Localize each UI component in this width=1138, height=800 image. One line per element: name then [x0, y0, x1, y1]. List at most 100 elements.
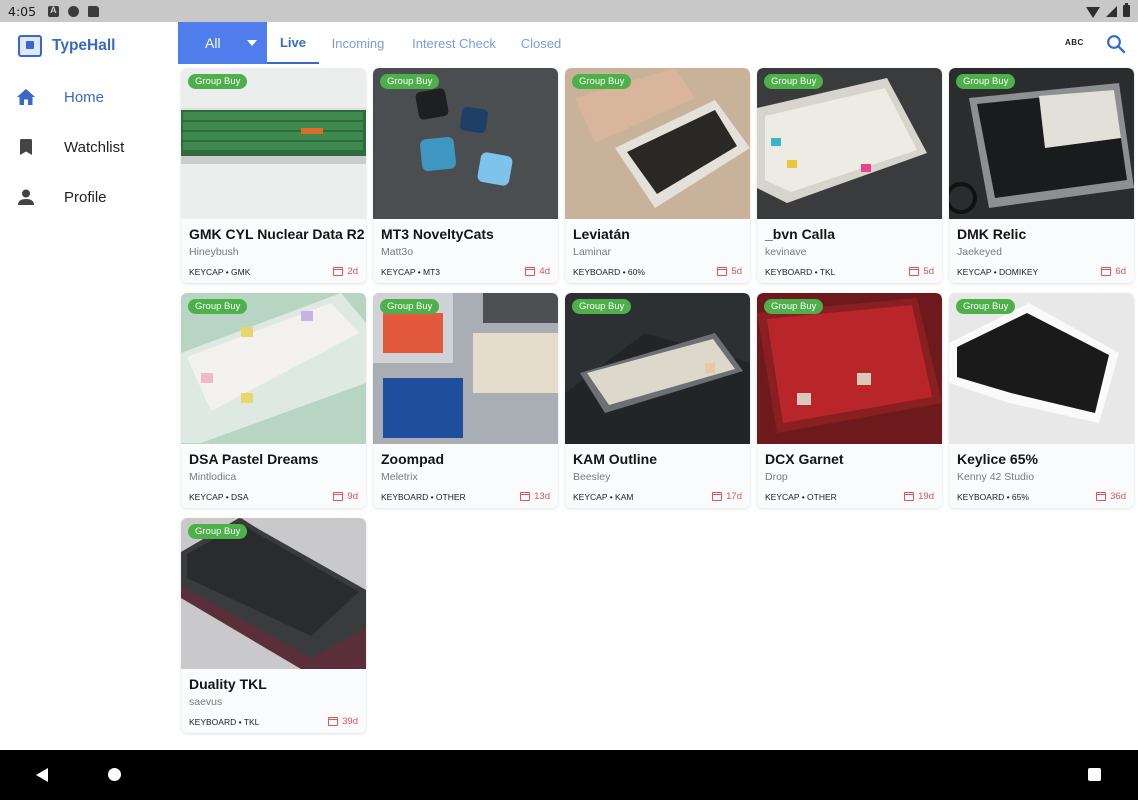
- product-author: Matt3o: [381, 246, 414, 258]
- product-author: Beesley: [573, 471, 611, 483]
- product-image: [757, 68, 942, 219]
- tab-interest-check[interactable]: Interest Check: [404, 22, 504, 64]
- days-remaining: 13d: [520, 491, 550, 502]
- sort-abc-button[interactable]: ABC: [1065, 38, 1084, 47]
- product-tags: KEYBOARD • 65%: [957, 492, 1029, 502]
- sidebar-nav: Home Watchlist Profile: [0, 72, 178, 222]
- filter-dropdown[interactable]: All: [178, 22, 267, 64]
- days-remaining: 6d: [1101, 266, 1126, 277]
- calendar-icon: [328, 717, 339, 726]
- product-image: [181, 68, 366, 219]
- calendar-icon: [520, 492, 531, 501]
- product-title: Duality TKL: [189, 676, 267, 692]
- tab-bar: All Live Incoming Interest Check Closed …: [178, 22, 1138, 64]
- calendar-icon: [904, 492, 915, 501]
- days-remaining: 39d: [328, 716, 358, 727]
- product-card[interactable]: Group Buy MT3 NoveltyCats Matt3o KEYCAP …: [373, 68, 558, 283]
- bookmark-icon: [17, 138, 35, 156]
- product-tags: KEYBOARD • 60%: [573, 267, 645, 277]
- product-image: [757, 293, 942, 444]
- days-remaining: 2d: [333, 266, 358, 277]
- days-remaining: 17d: [712, 491, 742, 502]
- product-tags: KEYBOARD • OTHER: [381, 492, 466, 502]
- product-author: Drop: [765, 471, 788, 483]
- calendar-icon: [1101, 267, 1112, 276]
- product-tags: KEYCAP • GMK: [189, 267, 251, 277]
- product-card[interactable]: Group Buy DMK Relic Jaekeyed KEYCAP • DO…: [949, 68, 1134, 283]
- calendar-icon: [333, 492, 344, 501]
- sd-card-icon: [88, 5, 100, 17]
- back-icon[interactable]: [36, 768, 48, 782]
- battery-icon: [1123, 3, 1130, 17]
- days-remaining-value: 9d: [347, 491, 358, 502]
- product-card[interactable]: Group Buy _bvn Calla kevinave KEYBOARD •…: [757, 68, 942, 283]
- status-badge: Group Buy: [380, 299, 440, 314]
- days-remaining-value: 19d: [918, 491, 934, 502]
- calendar-icon: [717, 267, 728, 276]
- dropdown-arrow-icon: [247, 40, 257, 46]
- days-remaining-value: 13d: [534, 491, 550, 502]
- status-badge: Group Buy: [188, 299, 248, 314]
- status-badge: Group Buy: [572, 299, 632, 314]
- days-remaining-value: 17d: [726, 491, 742, 502]
- product-tags: KEYBOARD • TKL: [765, 267, 836, 277]
- sidebar-item-label: Watchlist: [64, 138, 125, 156]
- product-image: [949, 293, 1134, 444]
- product-author: saevus: [189, 696, 223, 708]
- days-remaining-value: 39d: [342, 716, 358, 727]
- product-author: kevinave: [765, 246, 807, 258]
- product-card[interactable]: Group Buy Zoompad Meletrix KEYBOARD • OT…: [373, 293, 558, 508]
- product-title: Leviatán: [573, 226, 630, 242]
- product-card[interactable]: Group Buy DSA Pastel Dreams Mintlodica K…: [181, 293, 366, 508]
- days-remaining-value: 36d: [1110, 491, 1126, 502]
- product-image: [949, 68, 1134, 219]
- product-card[interactable]: Group Buy GMK CYL Nuclear Data R2 Hineyb…: [181, 68, 366, 283]
- calendar-icon: [333, 267, 344, 276]
- product-author: Hineybush: [189, 246, 239, 258]
- sidebar-item-home[interactable]: Home: [0, 72, 178, 122]
- status-badge: Group Buy: [764, 74, 824, 89]
- tab-live[interactable]: Live: [267, 22, 319, 64]
- product-card[interactable]: Group Buy Leviatán Laminar KEYBOARD • 60…: [565, 68, 750, 283]
- sidebar-item-profile[interactable]: Profile: [0, 172, 178, 222]
- product-title: Keylice 65%: [957, 451, 1038, 467]
- days-remaining-value: 6d: [1115, 266, 1126, 277]
- product-tags: KEYCAP • DSA: [189, 492, 249, 502]
- product-card[interactable]: Group Buy KAM Outline Beesley KEYCAP • K…: [565, 293, 750, 508]
- sidebar-item-watchlist[interactable]: Watchlist: [0, 122, 178, 172]
- search-icon[interactable]: [1106, 34, 1126, 54]
- recents-icon[interactable]: [1088, 768, 1101, 781]
- product-tags: KEYCAP • KAM: [573, 492, 634, 502]
- tab-incoming[interactable]: Incoming: [323, 22, 393, 64]
- status-badge: Group Buy: [188, 524, 248, 539]
- sidebar: TypeHall Home Watchlist Profile: [0, 22, 178, 750]
- product-image: [181, 518, 366, 669]
- calendar-icon: [712, 492, 723, 501]
- app-notification-icon: [68, 5, 80, 17]
- product-card[interactable]: Group Buy Duality TKL saevus KEYBOARD • …: [181, 518, 366, 733]
- product-title: KAM Outline: [573, 451, 657, 467]
- product-card[interactable]: Group Buy DCX Garnet Drop KEYCAP • OTHER…: [757, 293, 942, 508]
- product-title: GMK CYL Nuclear Data R2: [189, 226, 365, 242]
- system-nav-bar: [0, 750, 1138, 800]
- product-image: [373, 293, 558, 444]
- status-badge: Group Buy: [764, 299, 824, 314]
- product-title: DSA Pastel Dreams: [189, 451, 319, 467]
- product-card[interactable]: Group Buy Keylice 65% Kenny 42 Studio KE…: [949, 293, 1134, 508]
- product-image: [181, 293, 366, 444]
- home-button-icon[interactable]: [108, 768, 121, 781]
- app-name: TypeHall: [52, 37, 116, 54]
- days-remaining: 4d: [525, 266, 550, 277]
- days-remaining: 5d: [717, 266, 742, 277]
- product-tags: KEYCAP • MT3: [381, 267, 441, 277]
- status-badge: Group Buy: [956, 299, 1016, 314]
- calendar-icon: [525, 267, 536, 276]
- status-badge: Group Buy: [956, 74, 1016, 89]
- home-icon: [17, 88, 35, 106]
- product-tags: KEYCAP • DOMIKEY: [957, 267, 1039, 277]
- wifi-icon: [1086, 6, 1100, 18]
- tab-closed[interactable]: Closed: [515, 22, 567, 64]
- product-title: Zoompad: [381, 451, 444, 467]
- product-author: Mintlodica: [189, 471, 237, 483]
- product-tags: KEYBOARD • TKL: [189, 717, 260, 727]
